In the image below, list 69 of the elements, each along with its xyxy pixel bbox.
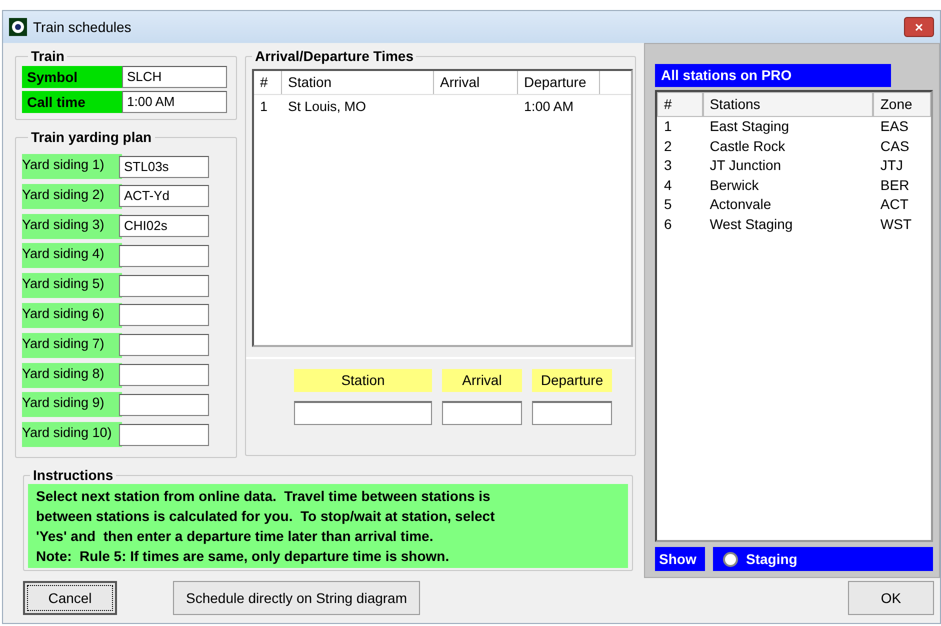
table-cell-text: 4: [663, 176, 673, 194]
table-cell-text: WST: [879, 214, 912, 234]
input-field[interactable]: ACT-Yd: [119, 185, 209, 208]
field-label: Call time: [22, 91, 122, 113]
window-title: Train schedules: [33, 18, 132, 36]
field-label: Station: [294, 369, 432, 392]
instructions-text: Select next station from online data. Travel time between stations is between stations is calculated for you. To stop/wait at station, select 'Yes' and then enter a departure time later than arrival time. Note: Rule 5: If times are same, only departure time is shown.: [28, 484, 628, 568]
table-cell-text: Berwick: [708, 176, 760, 194]
show-label: Show: [655, 547, 705, 571]
input-field[interactable]: 1:00 AM: [122, 91, 227, 113]
table-cell-text: 5: [663, 195, 673, 214]
input-field[interactable]: [119, 394, 209, 416]
field-label: Yard siding 4): [22, 243, 122, 268]
input-field[interactable]: [532, 401, 612, 425]
field-label: Symbol: [22, 66, 122, 88]
input-field[interactable]: STL03s: [119, 156, 209, 178]
field-label: Yard siding 2): [22, 184, 122, 209]
panel-title: All stations on PRO: [655, 64, 891, 87]
input-field[interactable]: [119, 364, 209, 386]
field-label: Arrival: [442, 369, 522, 392]
button[interactable]: Schedule directly on String diagram: [173, 581, 420, 615]
input-field[interactable]: [119, 304, 209, 326]
field-label: Yard siding 9): [22, 392, 122, 418]
column-header[interactable]: Zone: [873, 92, 931, 117]
table-cell-text: BER: [879, 176, 910, 194]
app-icon: [9, 18, 27, 36]
input-field[interactable]: [119, 244, 209, 267]
field-label: Yard siding 5): [22, 273, 122, 298]
input-field[interactable]: [119, 334, 209, 356]
field-label: Yard siding 6): [22, 302, 122, 328]
input-field[interactable]: [442, 401, 522, 425]
group-title: Train yarding plan: [30, 130, 153, 144]
button[interactable]: OK: [848, 581, 934, 615]
column-header[interactable]: #: [657, 92, 703, 117]
input-field[interactable]: [119, 274, 209, 297]
table-cell-text: ACT: [879, 195, 910, 214]
field-label: Yard siding 8): [22, 362, 122, 388]
field-label: Departure: [532, 369, 612, 392]
field-label: Yard siding 10): [22, 422, 122, 448]
table-cell-text: St Louis, MO: [287, 98, 368, 116]
group-title: Train: [30, 49, 66, 63]
table-cell-text: 1: [663, 117, 673, 136]
table-cell-text: 2: [663, 136, 673, 156]
group-title: Instructions: [32, 468, 114, 482]
input-field[interactable]: SLCH: [122, 66, 227, 88]
table-cell-text: 3: [663, 156, 673, 175]
field-label: Yard siding 1): [22, 154, 122, 179]
table-cell-text: CAS: [879, 136, 910, 156]
column-header[interactable]: Stations: [702, 92, 874, 117]
group-title: Arrival/Departure Times: [254, 49, 414, 63]
close-button[interactable]: ×: [904, 17, 934, 37]
radio-button[interactable]: [723, 552, 738, 566]
table-cell-text: Castle Rock: [708, 136, 786, 156]
input-field[interactable]: CHI02s: [119, 215, 209, 238]
table-cell-text: JTJ: [879, 156, 904, 175]
input-field[interactable]: [119, 424, 209, 446]
table-cell-text: Actonvale: [708, 195, 772, 214]
table-cell-text: West Staging: [708, 214, 794, 234]
button[interactable]: Cancel: [23, 581, 117, 615]
input-field[interactable]: [294, 401, 432, 425]
table-cell-text: East Staging: [708, 117, 790, 136]
table-cell-text: JT Junction: [708, 156, 782, 175]
table-cell-text: 6: [663, 214, 673, 234]
field-label: Yard siding 7): [22, 332, 122, 358]
field-label: Yard siding 3): [22, 214, 122, 239]
table-cell-text: 1:00 AM: [523, 98, 575, 116]
table-cell-text: EAS: [879, 117, 910, 136]
radio-option[interactable]: Staging: [713, 547, 933, 571]
table-cell-text: 1: [259, 98, 269, 116]
